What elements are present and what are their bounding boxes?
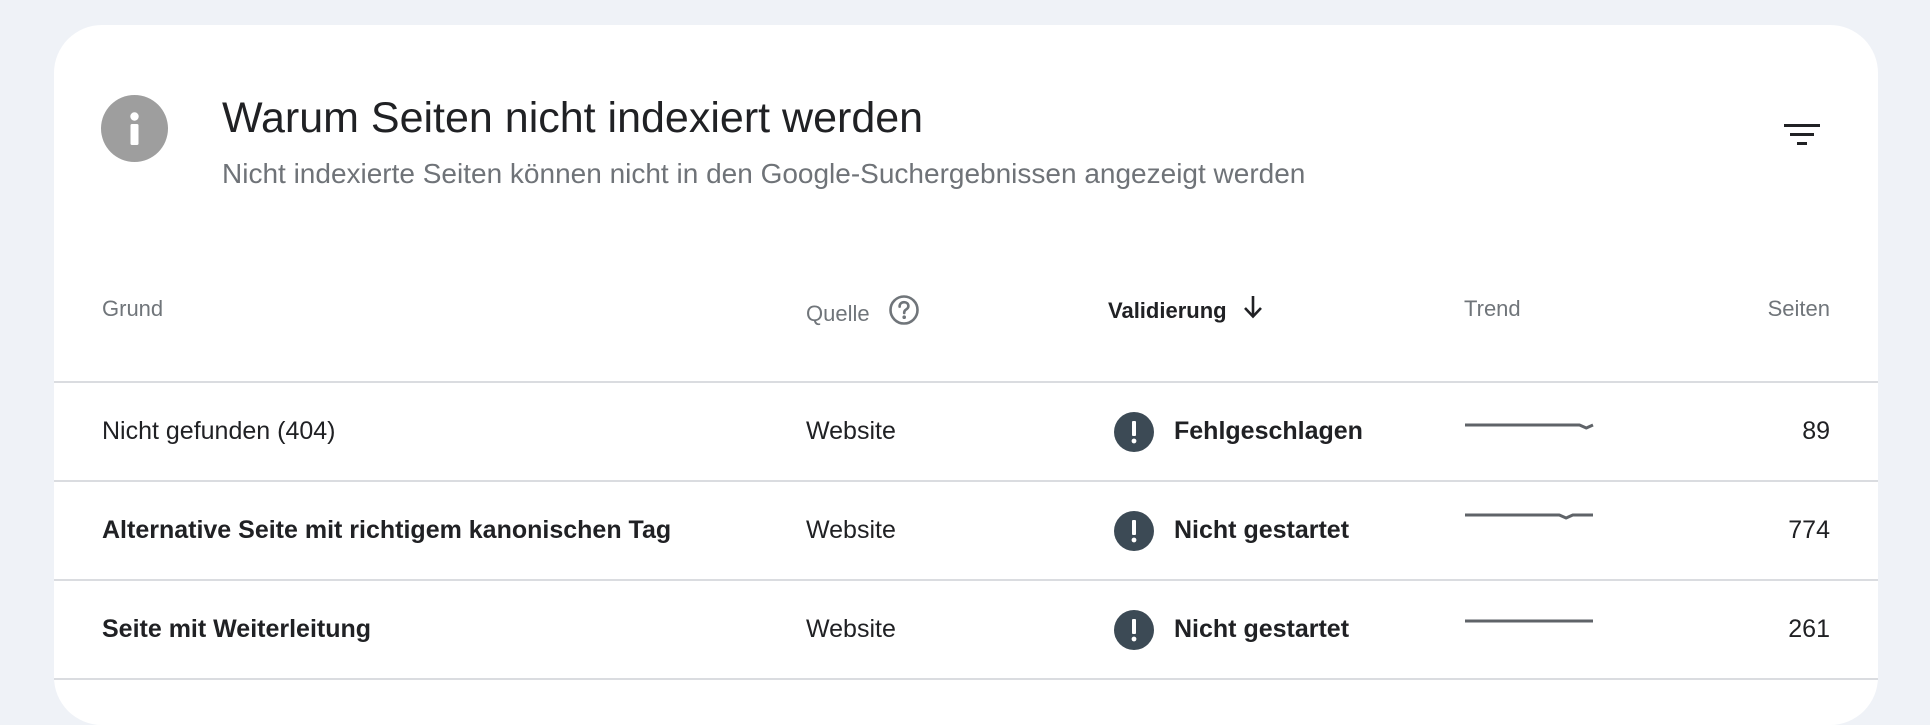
- card-header: Warum Seiten nicht indexiert werden Nich…: [54, 25, 1878, 225]
- row-validation-label: Fehlgeschlagen: [1174, 417, 1363, 445]
- table-row[interactable]: Nicht gefunden (404) Website Fehlgeschla…: [54, 383, 1878, 482]
- row-reason: Alternative Seite mit richtigem kanonisc…: [102, 516, 672, 544]
- column-header-quelle-label: Quelle: [806, 301, 870, 326]
- row-pages: 89: [1802, 417, 1830, 445]
- error-icon: [1114, 510, 1154, 551]
- row-validation: Fehlgeschlagen: [1111, 383, 1363, 480]
- row-reason: Nicht gefunden (404): [102, 417, 336, 445]
- error-icon: [1114, 411, 1154, 452]
- table-header: Grund Quelle Validierung Trend Seiten: [54, 250, 1878, 383]
- row-validation: Nicht gestartet: [1111, 581, 1349, 678]
- column-header-seiten-label: Seiten: [1767, 296, 1830, 321]
- trend-sparkline: [1465, 513, 1593, 519]
- row-pages: 261: [1788, 615, 1830, 643]
- filter-icon: [1784, 124, 1820, 145]
- page-title: Warum Seiten nicht indexiert werden: [222, 94, 924, 142]
- info-icon: [101, 95, 168, 162]
- row-source: Website: [806, 516, 896, 544]
- row-reason: Seite mit Weiterleitung: [102, 615, 372, 643]
- column-header-seiten[interactable]: Seiten: [1768, 294, 1830, 324]
- column-header-quelle[interactable]: Quelle: [806, 294, 920, 334]
- row-trend: [1464, 581, 1594, 678]
- column-header-validierung[interactable]: Validierung: [1108, 294, 1265, 328]
- column-header-validierung-label: Validierung: [1108, 298, 1227, 323]
- table-row[interactable]: Seite mit Weiterleitung Website Nicht ge…: [54, 581, 1878, 680]
- row-trend: [1464, 482, 1594, 579]
- row-pages: 774: [1788, 516, 1830, 544]
- not-indexed-card: Warum Seiten nicht indexiert werden Nich…: [54, 25, 1878, 725]
- arrow-down-icon: [1241, 294, 1265, 328]
- row-validation-label: Nicht gestartet: [1174, 615, 1350, 643]
- column-header-grund-label: Grund: [102, 296, 164, 321]
- row-validation-label: Nicht gestartet: [1174, 516, 1350, 544]
- filter-button[interactable]: [1774, 109, 1830, 165]
- row-source: Website: [806, 417, 896, 445]
- column-header-trend: Trend: [1464, 294, 1521, 324]
- trend-line: [1465, 423, 1594, 429]
- column-header-trend-label: Trend: [1464, 296, 1521, 321]
- row-validation: Nicht gestartet: [1111, 482, 1349, 579]
- page-subtitle: Nicht indexierte Seiten können nicht in …: [222, 158, 1306, 189]
- table-row[interactable]: Alternative Seite mit richtigem kanonisc…: [54, 482, 1878, 581]
- trend-line: [1465, 513, 1593, 519]
- error-icon: [1114, 609, 1154, 650]
- help-icon[interactable]: [888, 294, 920, 334]
- row-trend: [1464, 383, 1594, 480]
- reasons-table: Grund Quelle Validierung Trend Seiten Ni…: [54, 250, 1878, 680]
- trend-sparkline: [1465, 423, 1594, 429]
- trend-sparkline: [1465, 619, 1593, 622]
- column-header-grund[interactable]: Grund: [102, 294, 163, 324]
- row-source: Website: [806, 615, 896, 643]
